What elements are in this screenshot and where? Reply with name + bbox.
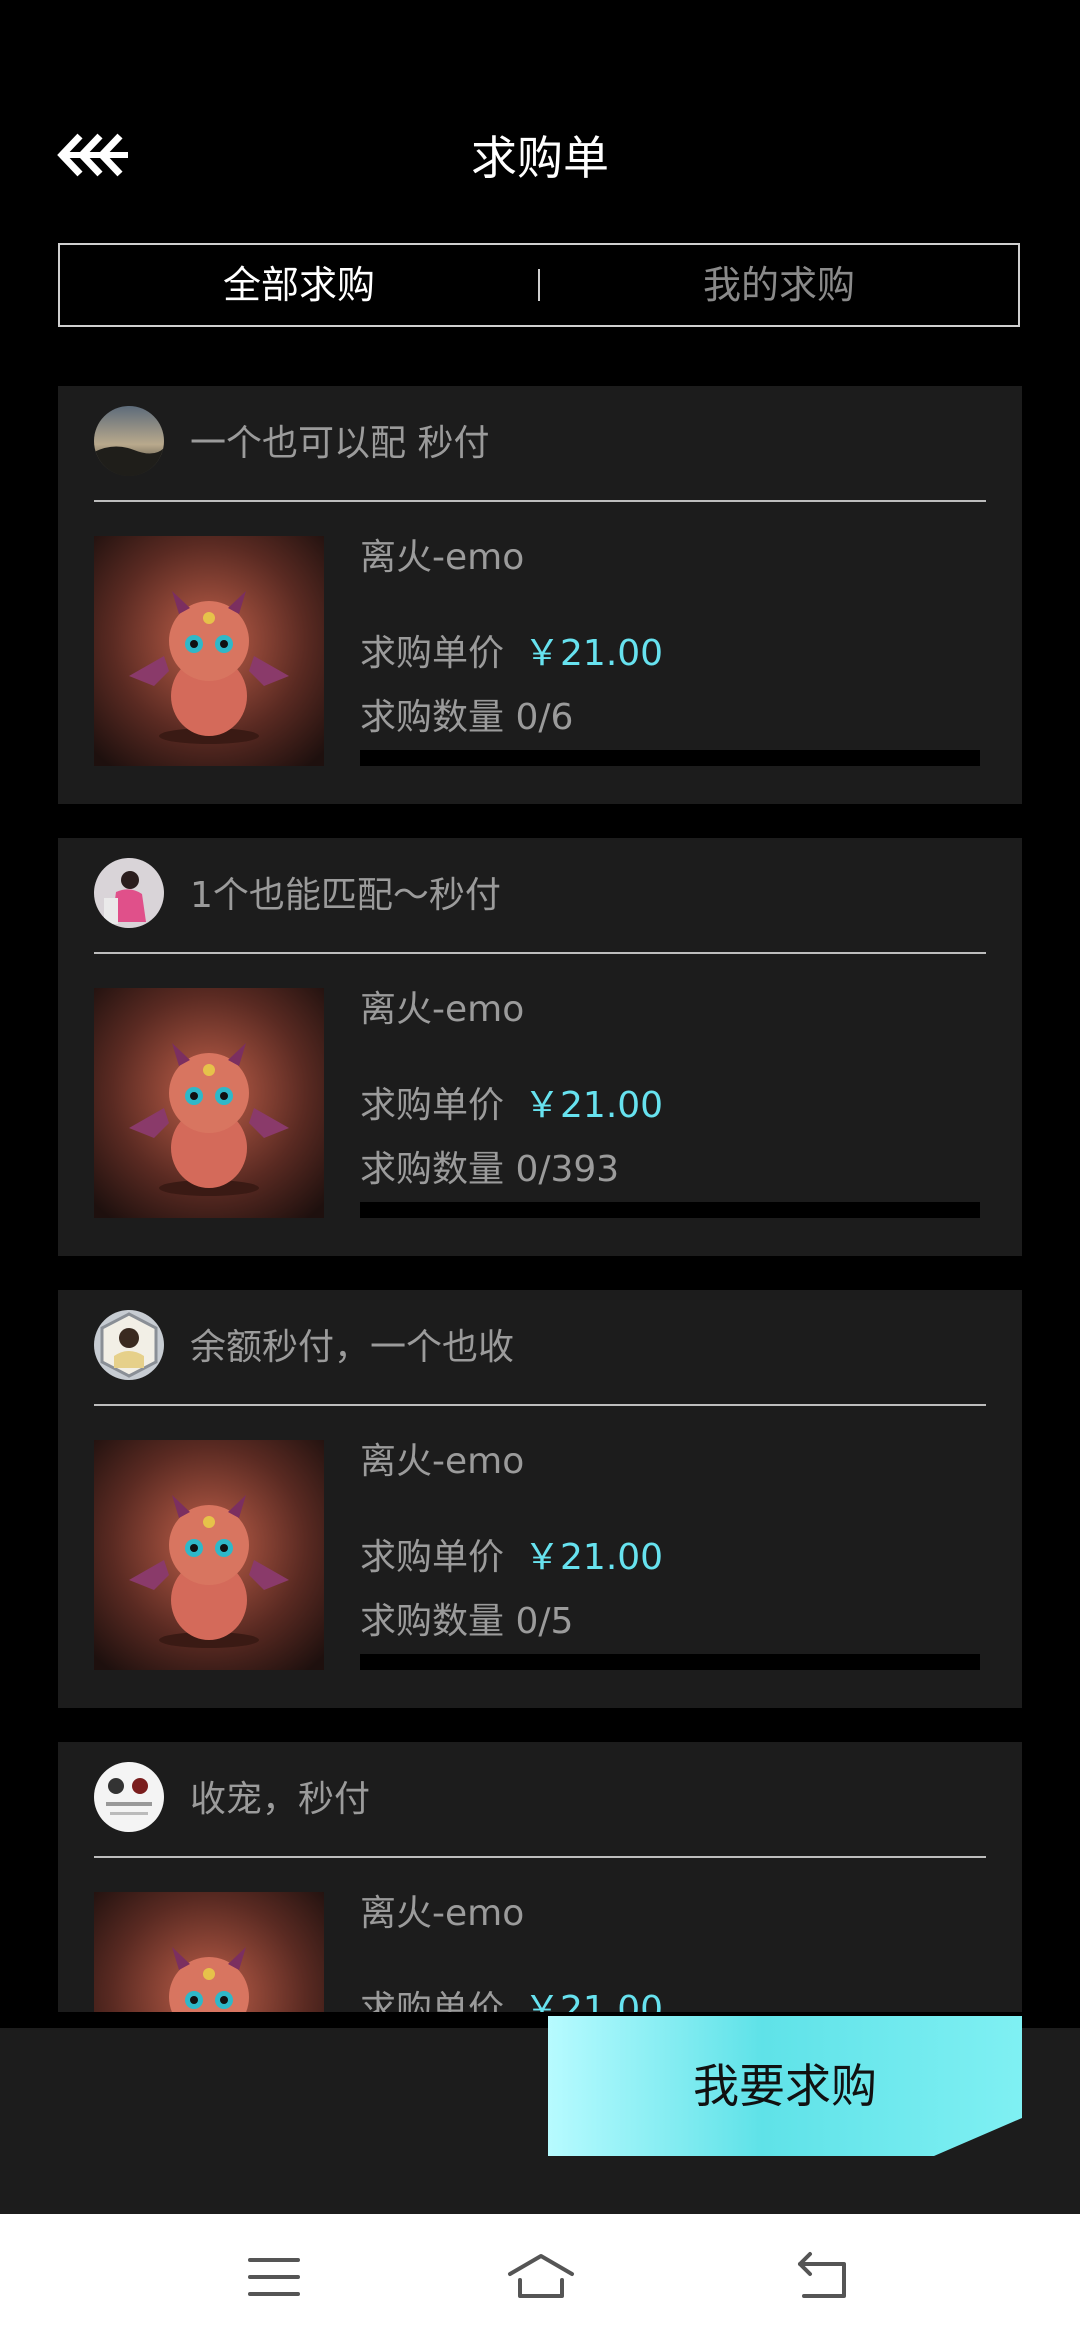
- price-label: 求购单价: [360, 1537, 505, 1578]
- quantity-value: 0/393: [515, 1149, 620, 1190]
- quantity-row: 求购数量 0/6: [360, 696, 573, 740]
- order-card[interactable]: 余额秒付，一个也收 离火-emo 求购单价 ￥21.00 求购数量 0/5: [58, 1290, 1022, 1708]
- progress-bar: [360, 1202, 980, 1218]
- quantity-label: 求购数量: [360, 1149, 505, 1190]
- quantity-label: 求购数量: [360, 1601, 505, 1642]
- price-row: 求购单价 ￥21.00: [360, 1536, 663, 1580]
- quantity-value: 0/6: [515, 697, 574, 738]
- order-card[interactable]: 1个也能匹配～秒付 离火-emo 求购单价 ￥21.00 求购数量 0/393: [58, 838, 1022, 1256]
- product-image: [94, 1440, 324, 1670]
- order-title: 1个也能匹配～秒付: [190, 875, 501, 916]
- avatar: [94, 858, 164, 928]
- price-row: 求购单价 ￥21.00: [360, 632, 663, 676]
- order-card-header: 余额秒付，一个也收: [94, 1310, 986, 1406]
- avatar: [94, 1310, 164, 1380]
- order-card-header: 收宠，秒付: [94, 1762, 986, 1858]
- button-corner-notch: [934, 2118, 1022, 2156]
- tab-my-orders[interactable]: 我的求购: [540, 245, 1018, 325]
- quantity-value: 0/5: [515, 1601, 574, 1642]
- product-name: 离火-emo: [360, 1893, 525, 1934]
- product-image: [94, 988, 324, 1218]
- menu-icon[interactable]: [244, 2250, 304, 2304]
- tab-bar: 全部求购 我的求购: [58, 243, 1020, 327]
- progress-bar: [360, 1654, 980, 1670]
- order-card-header: 一个也可以配 秒付: [94, 406, 986, 502]
- header: 求购单: [0, 0, 1080, 230]
- order-title: 一个也可以配 秒付: [190, 423, 490, 464]
- price-value: ￥21.00: [524, 633, 664, 674]
- price-label: 求购单价: [360, 1085, 505, 1126]
- price-label: 求购单价: [360, 633, 505, 674]
- avatar: [94, 1762, 164, 1832]
- product-name: 离火-emo: [360, 989, 525, 1030]
- tab-all-orders[interactable]: 全部求购: [60, 245, 538, 325]
- quantity-row: 求购数量 0/5: [360, 1600, 573, 1644]
- page-title: 求购单: [471, 131, 609, 185]
- request-purchase-button[interactable]: 我要求购: [548, 2016, 1022, 2156]
- price-value: ￥21.00: [524, 1085, 664, 1126]
- price-value: ￥21.00: [524, 1989, 664, 2012]
- price-row: 求购单价 ￥21.00: [360, 1084, 663, 1128]
- request-purchase-label: 我要求购: [693, 2059, 877, 2113]
- quantity-row: 求购数量 0/393: [360, 1148, 619, 1192]
- order-card[interactable]: 一个也可以配 秒付 离火-emo 求购单价 ￥21.00 求购数量 0/6: [58, 386, 1022, 804]
- order-title: 收宠，秒付: [190, 1779, 371, 1820]
- progress-bar: [360, 750, 980, 766]
- back-arrow-icon[interactable]: [794, 2250, 854, 2304]
- product-name: 离火-emo: [360, 537, 525, 578]
- product-image: [94, 536, 324, 766]
- order-card-header: 1个也能匹配～秒付: [94, 858, 986, 954]
- product-name: 离火-emo: [360, 1441, 525, 1482]
- order-title: 余额秒付，一个也收: [190, 1327, 515, 1368]
- quantity-label: 求购数量: [360, 697, 505, 738]
- price-label: 求购单价: [360, 1989, 505, 2012]
- order-card[interactable]: 收宠，秒付 离火-emo 求购单价 ￥21.00: [58, 1742, 1022, 2012]
- home-icon[interactable]: [506, 2250, 576, 2304]
- product-image: [94, 1892, 324, 2012]
- system-nav-bar: [0, 2214, 1080, 2340]
- order-list[interactable]: 一个也可以配 秒付 离火-emo 求购单价 ￥21.00 求购数量 0/6 1个…: [0, 386, 1080, 2012]
- price-value: ￥21.00: [524, 1537, 664, 1578]
- price-row: 求购单价 ￥21.00: [360, 1988, 663, 2012]
- avatar: [94, 406, 164, 476]
